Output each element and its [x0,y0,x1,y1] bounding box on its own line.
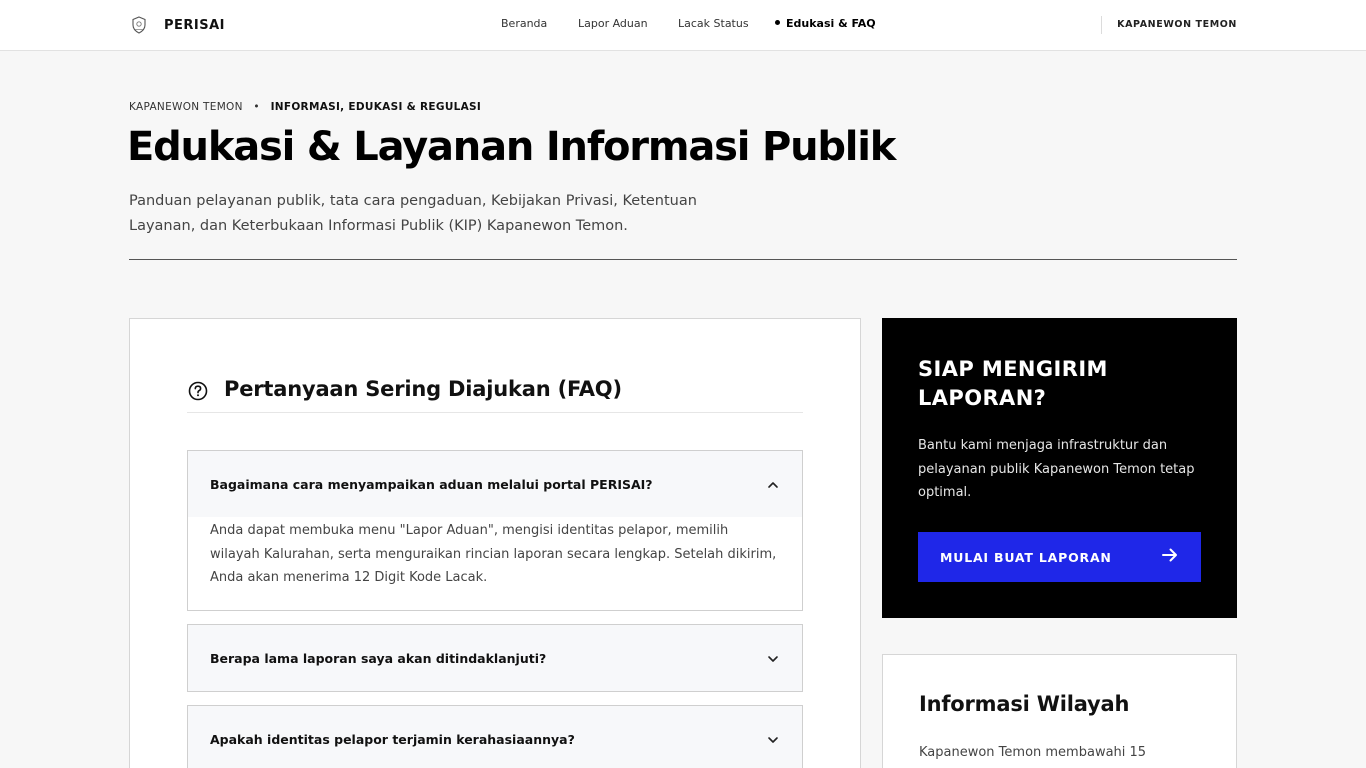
start-report-button[interactable]: MULAI BUAT LAPORAN [918,532,1201,582]
breadcrumb-item-region[interactable]: KAPANEWON TEMON [129,101,243,113]
nav-lacak-status[interactable]: Lacak Status [678,17,749,30]
info-text: Kapanewon Temon membawahi 15 [919,745,1147,760]
cta-description: Bantu kami menjaga infrastruktur dan pel… [918,438,1195,500]
faq-item: Berapa lama laporan saya akan ditindakla… [187,624,803,692]
faq-header: Pertanyaan Sering Diajukan (FAQ) [187,377,803,413]
arrow-right-icon [1161,547,1179,567]
faq-question-toggle[interactable]: Berapa lama laporan saya akan ditindakla… [188,625,802,691]
faq-item: Apakah identitas pelapor terjamin keraha… [187,705,803,768]
chevron-down-icon[interactable] [766,651,780,665]
breadcrumb-separator: • [253,101,260,113]
hero-divider [129,259,1237,260]
nav-edukasi-faq-label: Edukasi & FAQ [786,17,876,30]
top-navbar: PERISAI Beranda Lapor Aduan Lacak Status… [0,0,1366,51]
faq-card: Pertanyaan Sering Diajukan (FAQ) Bagaima… [129,318,861,768]
region-info-card: Informasi Wilayah Kapanewon Temon membaw… [882,654,1237,768]
page-title: Edukasi & Layanan Informasi Publik [127,124,896,170]
breadcrumb: KAPANEWON TEMON • INFORMASI, EDUKASI & R… [129,101,481,113]
cta-title: SIAP MENGIRIM LAPORAN? [918,357,1108,410]
info-title: Informasi Wilayah [919,692,1130,716]
faq-title: Pertanyaan Sering Diajukan (FAQ) [224,377,622,401]
faq-question: Bagaimana cara menyampaikan aduan melalu… [210,476,653,492]
nav-beranda[interactable]: Beranda [501,17,547,30]
faq-question: Apakah identitas pelapor terjamin keraha… [210,731,575,747]
region-label: KAPANEWON TEMON [1117,19,1237,30]
breadcrumb-item-current: INFORMASI, EDUKASI & REGULASI [270,101,482,113]
faq-question-toggle[interactable]: Bagaimana cara menyampaikan aduan melalu… [188,451,802,517]
chevron-up-icon[interactable] [766,477,780,491]
question-circle-icon [187,380,209,402]
faq-question-toggle[interactable]: Apakah identitas pelapor terjamin keraha… [188,706,802,768]
nav-divider [1101,16,1102,34]
page-description: Panduan pelayanan publik, tata cara peng… [129,193,697,234]
nav-edukasi-faq[interactable]: Edukasi & FAQ [775,17,876,30]
report-cta-card: SIAP MENGIRIM LAPORAN? Bantu kami menjag… [882,318,1237,618]
faq-item: Bagaimana cara menyampaikan aduan melalu… [187,450,803,611]
nav-lapor-aduan[interactable]: Lapor Aduan [578,17,648,30]
start-report-button-label: MULAI BUAT LAPORAN [940,549,1112,565]
faq-answer: Anda dapat membuka menu "Lapor Aduan", m… [188,517,802,610]
chevron-down-icon[interactable] [766,732,780,746]
active-indicator-dot [775,20,780,25]
faq-question: Berapa lama laporan saya akan ditindakla… [210,650,547,666]
